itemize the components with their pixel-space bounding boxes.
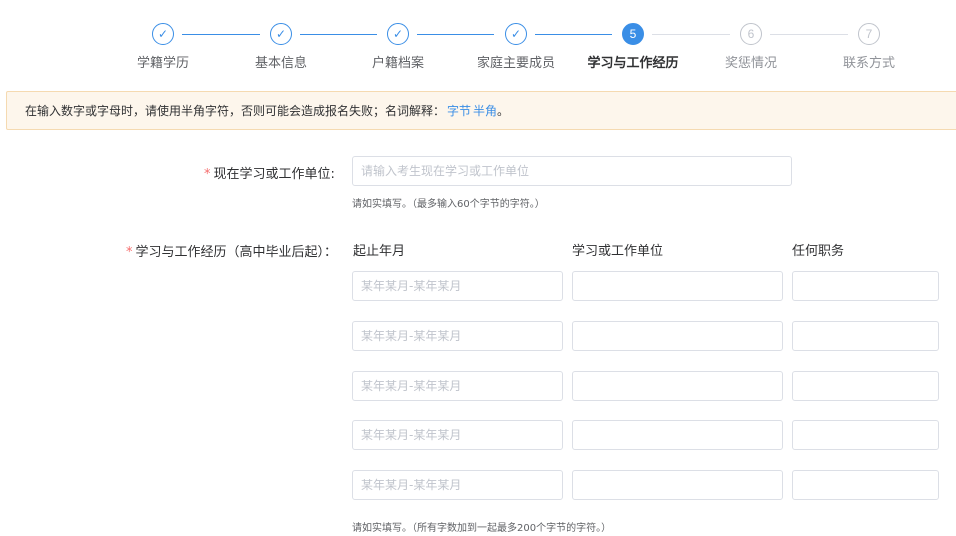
step-3-check-icon: ✓ <box>387 23 409 45</box>
step-1-label[interactable]: 学籍学历 <box>137 52 189 71</box>
history-unit-input[interactable] <box>572 470 783 500</box>
step-7-number: 7 <box>858 23 880 45</box>
step-5-number: 5 <box>622 23 644 45</box>
history-position-input[interactable] <box>792 321 939 351</box>
history-unit-input[interactable] <box>572 420 783 450</box>
required-mark: * <box>204 167 211 182</box>
step-2-check-icon: ✓ <box>270 23 292 45</box>
half-width-notice: 在输入数字或字母时，请使用半角字符，否则可能会造成报名失败；名词解释： 字节 半… <box>6 91 956 130</box>
step-1-check-icon: ✓ <box>152 23 174 45</box>
current-unit-label: * 现在学习或工作单位: <box>204 167 335 182</box>
notice-end: 。 <box>497 104 510 118</box>
step-connector <box>417 34 494 35</box>
column-period: 起止年月 <box>353 244 406 259</box>
step-4-check-icon: ✓ <box>505 23 527 45</box>
steps-bar: ✓ 学籍学历 ✓ 基本信息 ✓ 户籍档案 ✓ 家庭主要成员 5 学习与工作经历 … <box>0 0 956 80</box>
history-period-input[interactable] <box>352 420 563 450</box>
history-period-input[interactable] <box>352 271 563 301</box>
step-6-label: 奖惩情况 <box>724 56 778 71</box>
byte-link[interactable]: 字节 <box>447 102 471 119</box>
history-period-input[interactable] <box>352 321 563 351</box>
step-6-number: 6 <box>740 23 762 45</box>
history-position-input[interactable] <box>792 371 939 401</box>
step-3-label[interactable]: 户籍档案 <box>372 52 424 71</box>
history-position-input[interactable] <box>792 420 939 450</box>
step-4-label[interactable]: 家庭主要成员 <box>477 52 555 71</box>
history-position-input[interactable] <box>792 271 939 301</box>
step-connector <box>770 34 848 35</box>
history-period-input[interactable] <box>352 470 563 500</box>
notice-text: 在输入数字或字母时，请使用半角字符，否则可能会造成报名失败；名词解释： <box>25 104 446 118</box>
step-5-label: 学习与工作经历 <box>587 56 679 71</box>
step-connector <box>652 34 730 35</box>
step-connector <box>300 34 377 35</box>
history-label: * 学习与工作经历（高中毕业后起）： <box>126 245 338 260</box>
half-width-link[interactable]: 半角 <box>473 102 497 119</box>
history-unit-input[interactable] <box>572 321 783 351</box>
history-position-input[interactable] <box>792 470 939 500</box>
column-position: 任何职务 <box>792 244 845 259</box>
required-mark: * <box>126 245 133 260</box>
current-unit-hint: 请如实填写。（最多输入60个字节的字符。） <box>352 199 545 210</box>
step-connector <box>182 34 260 35</box>
step-7-label: 联系方式 <box>842 56 896 71</box>
step-connector <box>535 34 612 35</box>
column-unit: 学习或工作单位 <box>572 244 664 259</box>
history-unit-input[interactable] <box>572 371 783 401</box>
current-unit-input[interactable] <box>352 156 792 186</box>
history-period-input[interactable] <box>352 371 563 401</box>
history-unit-input[interactable] <box>572 271 783 301</box>
history-hint: 请如实填写。（所有字数加到一起最多200个字节的字符。） <box>352 523 612 534</box>
step-2-label[interactable]: 基本信息 <box>255 52 307 71</box>
